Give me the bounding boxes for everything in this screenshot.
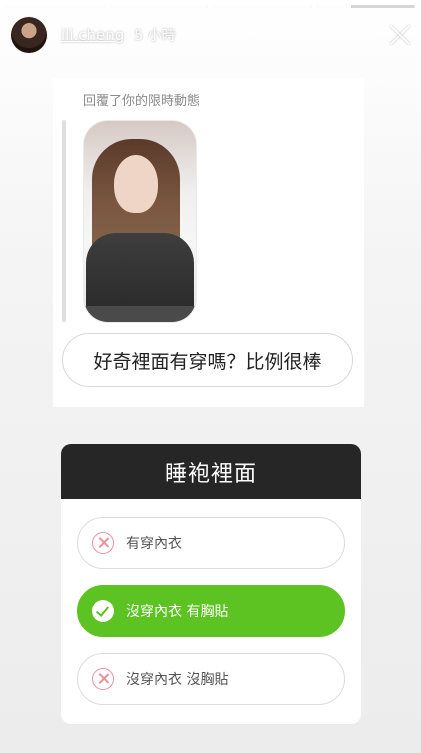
- quiz-poll-sticker: 睡袍裡面 有穿內衣 沒穿內衣 有胸貼 沒穿內衣 沒胸貼: [61, 444, 361, 724]
- close-icon[interactable]: [389, 24, 411, 46]
- progress-fill: [213, 5, 312, 8]
- reply-message-bubble: 好奇裡面有穿嗎？比例很棒: [62, 333, 353, 387]
- reply-caption: 回覆了你的限時動態: [83, 94, 201, 109]
- progress-segment: [6, 5, 105, 8]
- username-link[interactable]: ili.cheng: [61, 26, 124, 44]
- avatar[interactable]: [11, 17, 47, 53]
- progress-fill: [316, 5, 351, 8]
- story-progress-bar: [6, 5, 415, 8]
- progress-segment: [316, 5, 415, 8]
- story-header: ili.cheng 5 小時: [11, 16, 411, 54]
- poll-option-label: 沒穿內衣 有胸貼: [126, 604, 229, 620]
- poll-option-1[interactable]: 有穿內衣: [77, 517, 345, 569]
- poll-option-2[interactable]: 沒穿內衣 有胸貼: [77, 585, 345, 637]
- progress-fill: [109, 5, 208, 8]
- poll-option-label: 有穿內衣: [126, 536, 182, 552]
- x-circle-icon: [92, 668, 114, 690]
- story-thumbnail[interactable]: [84, 121, 196, 322]
- timestamp: 5 小時: [134, 28, 176, 44]
- poll-option-label: 沒穿內衣 沒胸貼: [126, 672, 229, 688]
- x-circle-icon: [92, 532, 114, 554]
- quote-bar: [62, 120, 66, 322]
- progress-fill: [6, 5, 105, 8]
- poll-question: 睡袍裡面: [61, 444, 361, 499]
- check-circle-icon: [92, 600, 114, 622]
- progress-segment: [213, 5, 312, 8]
- story-reply-card: 回覆了你的限時動態 好奇裡面有穿嗎？比例很棒: [53, 78, 364, 407]
- poll-option-3[interactable]: 沒穿內衣 沒胸貼: [77, 653, 345, 705]
- progress-segment: [109, 5, 208, 8]
